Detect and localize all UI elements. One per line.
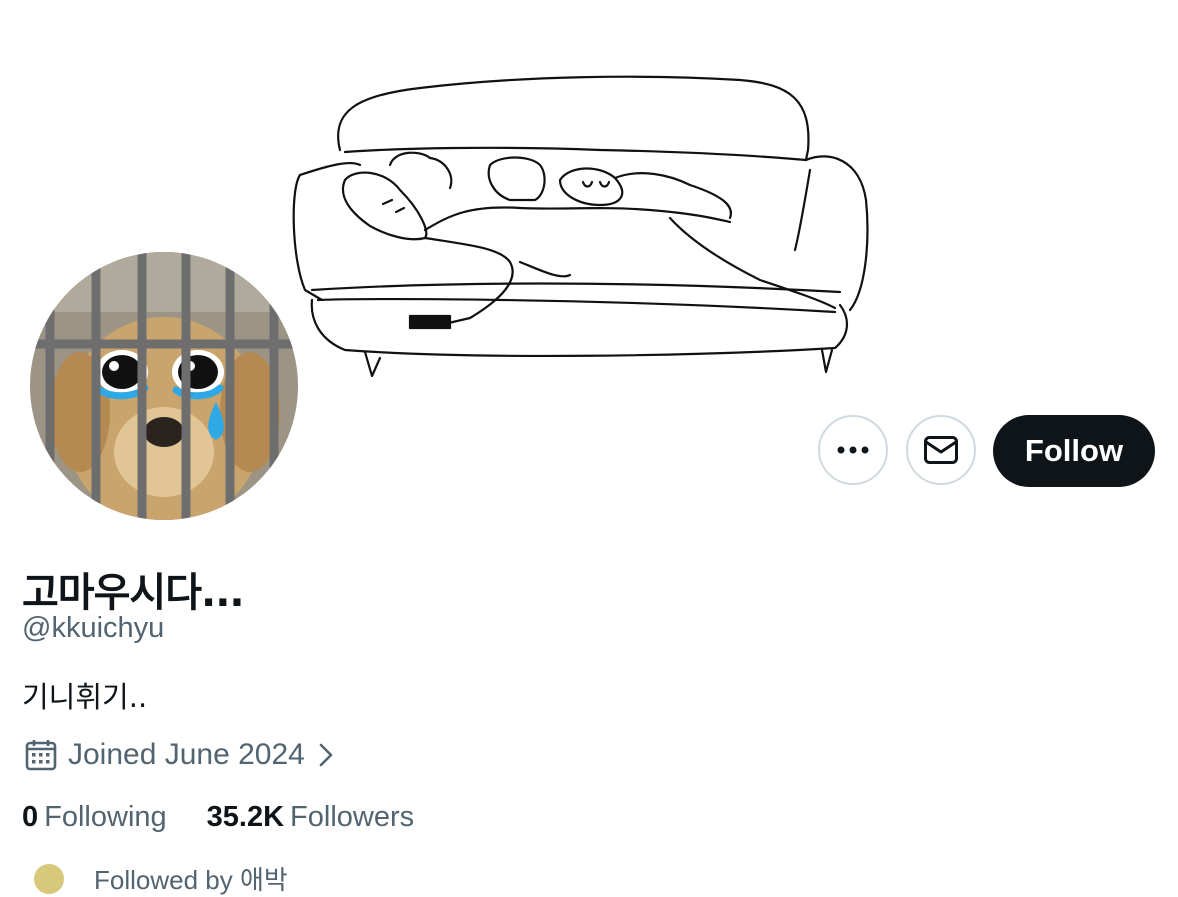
- message-button[interactable]: [906, 415, 976, 485]
- chevron-right-icon: [319, 743, 333, 767]
- avatar[interactable]: [30, 252, 298, 520]
- calendar-icon: [25, 740, 57, 771]
- display-name: 고마우시다...: [22, 570, 245, 616]
- more-options-button[interactable]: [818, 415, 888, 485]
- follower-avatar: [32, 861, 66, 896]
- joined-text: Joined June 2024: [68, 738, 305, 771]
- more-dots-icon: [837, 446, 869, 454]
- joined-date[interactable]: Joined June 2024: [24, 738, 337, 772]
- bio: 기니휘기..: [22, 680, 148, 714]
- followed-by[interactable]: Followed by 애박: [32, 860, 288, 897]
- envelope-icon: [924, 436, 958, 464]
- follow-button[interactable]: Follow: [993, 415, 1155, 487]
- following-label: Following: [44, 801, 167, 833]
- followers-label: Followers: [290, 801, 415, 833]
- follow-stats: 0 Following 35.2K Followers: [22, 801, 454, 834]
- followers-count: 35.2K: [206, 801, 285, 833]
- followed-by-text: Followed by 애박: [94, 865, 288, 895]
- user-handle: @kkuichyu: [22, 612, 165, 644]
- following-count: 0: [22, 801, 39, 833]
- followers-link[interactable]: 35.2K Followers: [207, 801, 414, 834]
- following-link[interactable]: 0 Following: [22, 801, 167, 834]
